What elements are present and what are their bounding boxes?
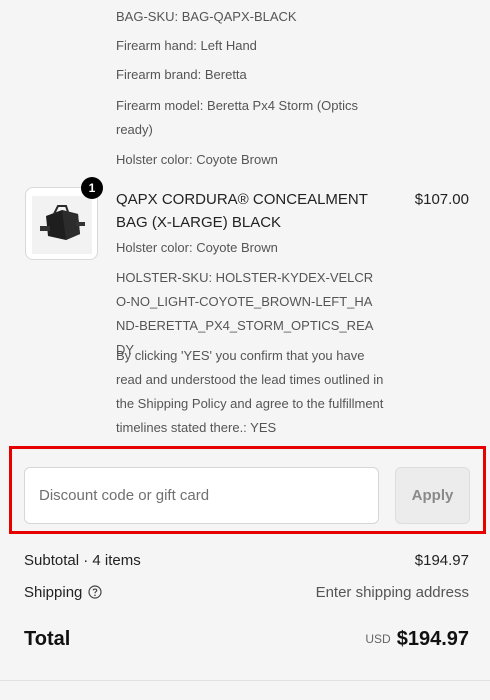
shipping-row: Shipping — [24, 584, 102, 601]
question-circle-icon[interactable] — [88, 585, 102, 599]
previous-item-firearm-brand: Firearm brand: Beretta — [116, 67, 247, 82]
total-label: Total — [24, 628, 71, 650]
product-price: $107.00 — [414, 191, 469, 208]
previous-item-bag-sku: BAG-SKU: BAG-QAPX-BLACK — [116, 9, 297, 24]
subtotal-value: $194.97 — [414, 552, 469, 569]
shipping-value: Enter shipping address — [315, 584, 469, 601]
apply-discount-button[interactable]: Apply — [395, 467, 470, 524]
quantity-badge: 1 — [81, 177, 103, 199]
black-bag-product-photo-icon — [32, 196, 92, 254]
bottom-divider — [0, 680, 490, 681]
product-title: QAPX CORDURA® CONCEALMENT BAG (X-LARGE) … — [116, 191, 368, 231]
total-value-group: USD $194.97 — [365, 628, 469, 651]
discount-code-input[interactable] — [24, 467, 379, 524]
currency-code: USD — [365, 632, 391, 646]
shipping-label: Shipping — [24, 584, 83, 601]
checkout-order-summary: BAG-SKU: BAG-QAPX-BLACK Firearm hand: Le… — [0, 0, 490, 700]
product-holster-color: Holster color: Coyote Brown — [116, 240, 278, 255]
previous-item-firearm-hand: Firearm hand: Left Hand — [116, 38, 257, 53]
product-lead-time-confirmation: By clicking 'YES' you confirm that you h… — [116, 348, 384, 435]
total-amount: $194.97 — [396, 628, 469, 650]
subtotal-label: Subtotal · 4 items — [24, 552, 141, 569]
previous-item-firearm-model: Firearm model: Beretta Px4 Storm (Optics… — [116, 98, 359, 137]
previous-item-holster-color: Holster color: Coyote Brown — [116, 152, 278, 167]
